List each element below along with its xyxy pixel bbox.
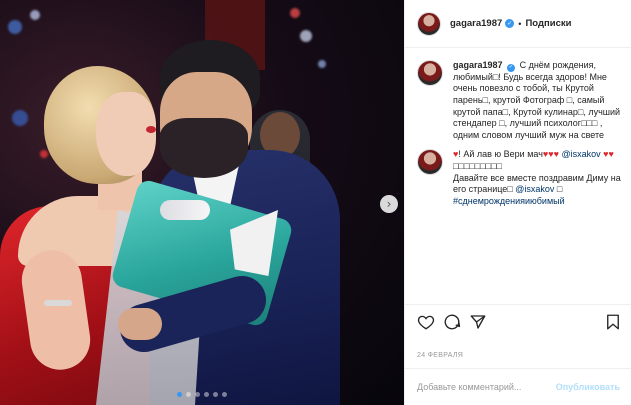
man-hand (118, 308, 162, 340)
mention-link[interactable]: @isxakov (515, 184, 554, 194)
bokeh-light (290, 8, 300, 18)
caption-line: , лучший психолог (504, 118, 582, 129)
carousel-dots (0, 392, 404, 397)
caption-text: gagara1987 ✓ С днём рождения, любимый□! … (453, 60, 622, 141)
caption-area: gagara1987 ✓ С днём рождения, любимый□! … (405, 48, 631, 304)
bouquet-flowers (160, 200, 210, 220)
publish-button[interactable]: Опубликовать (556, 382, 620, 392)
hashtag-link[interactable]: #сднемрожденияиюбимый (453, 196, 565, 206)
header-username[interactable]: gagara1987 (450, 18, 502, 29)
carousel-dot (186, 392, 191, 397)
caption-username[interactable]: gagara1987 (453, 60, 503, 70)
verified-badge-icon: ✓ (507, 63, 516, 72)
man-beard (160, 118, 248, 178)
following-button[interactable]: Подписки (525, 18, 571, 29)
carousel-dot (204, 392, 209, 397)
bokeh-light (30, 10, 40, 20)
bokeh-light (8, 20, 22, 34)
bokeh-light (318, 60, 326, 68)
mention-link[interactable]: @isxakov (561, 149, 600, 159)
emoji-glyph: □□□□□□□□□ (453, 160, 502, 171)
caption-comment: gagara1987 ✓ С днём рождения, любимый□! … (417, 60, 622, 141)
post-date[interactable]: 24 ФЕВРАЛЯ (417, 352, 463, 359)
carousel-dot (177, 392, 182, 397)
carousel-dot (222, 392, 227, 397)
caption-line: , Крутой кулинар (508, 106, 578, 117)
emoji-glyph: □□□ (581, 118, 598, 129)
avatar[interactable] (417, 149, 443, 176)
comment-input[interactable] (417, 382, 556, 392)
share-icon[interactable] (469, 313, 487, 331)
post-sidebar: gagara1987 ✓ • Подписки gagara1987 ✓ С д… (404, 0, 631, 405)
bokeh-light (12, 110, 28, 126)
caption-comment-continued: ♥! Ай лав ю Вери мач♥♥♥ @isxakov ♥♥ □□□□… (417, 149, 622, 207)
post-photo[interactable]: › (0, 0, 404, 405)
avatar[interactable] (417, 11, 441, 36)
caption-line: ! Ай лав ю Вери мач (458, 149, 543, 160)
action-bar (405, 304, 631, 338)
emoji-glyph: □ (556, 184, 563, 195)
avatar[interactable] (417, 60, 443, 86)
bookmark-icon[interactable] (604, 313, 622, 331)
heart-emoji-icon: ♥♥ (603, 149, 614, 160)
verified-badge-icon: ✓ (505, 19, 515, 28)
header-separator: • (518, 18, 522, 29)
carousel-dot (195, 392, 200, 397)
heart-icon[interactable] (417, 313, 435, 331)
post-header: gagara1987 ✓ • Подписки (405, 0, 631, 48)
caption-line: , крутой Фотограф (488, 94, 565, 105)
bokeh-light (40, 150, 48, 158)
caption-text: ♥! Ай лав ю Вери мач♥♥♥ @isxakov ♥♥ □□□□… (453, 149, 622, 207)
comment-icon[interactable] (443, 313, 461, 331)
add-comment-bar: Опубликовать (405, 368, 631, 405)
heart-emoji-icon: ♥♥♥ (542, 149, 559, 160)
woman-lips (146, 126, 156, 133)
woman-face (96, 92, 156, 176)
bokeh-light (300, 30, 312, 42)
carousel-next-button[interactable]: › (380, 195, 398, 213)
carousel-dot (213, 392, 218, 397)
instagram-post: › gagara1987 ✓ • Подписки gagara1987 ✓ С… (0, 0, 631, 405)
emoji-glyph: □ (507, 184, 513, 195)
woman-bracelet (44, 300, 72, 306)
